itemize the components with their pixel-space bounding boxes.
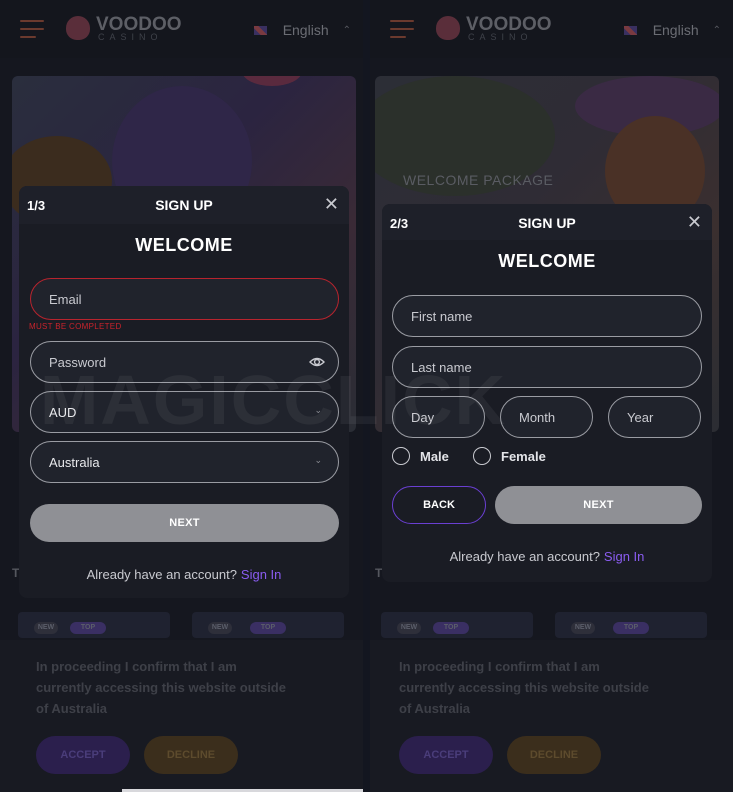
email-placeholder: Email — [49, 292, 82, 307]
email-error: MUST BE COMPLETED — [29, 322, 122, 331]
month-placeholder: Month — [519, 410, 556, 425]
password-field[interactable]: Password — [30, 341, 339, 383]
next-button[interactable]: NEXT — [30, 504, 339, 542]
uk-flag-icon — [623, 25, 637, 35]
game-card[interactable]: NEW TOP — [555, 612, 707, 638]
signin-text: Already have an account? — [86, 567, 237, 582]
day-placeholder: Day — [411, 410, 435, 425]
logo-subtext: CASINO — [98, 32, 163, 42]
chevron-down-icon: ⌄ — [314, 455, 322, 465]
game-card[interactable]: NEW TOP — [192, 612, 344, 638]
skull-logo-icon — [436, 16, 460, 40]
male-label: Male — [420, 448, 449, 464]
accept-button[interactable]: ACCEPT — [36, 736, 130, 774]
top-badge: TOP — [433, 622, 469, 634]
top-badge: TOP — [250, 622, 286, 634]
new-badge: NEW — [571, 622, 595, 634]
female-label: Female — [501, 448, 546, 464]
gender-male-option[interactable]: Male — [392, 447, 449, 465]
signin-prompt: Already have an account? Sign In — [19, 567, 349, 582]
password-placeholder: Password — [49, 355, 107, 370]
email-field[interactable]: Email — [30, 278, 339, 320]
top-bar: VOODOO CASINO English ⌃ — [370, 0, 733, 58]
consent-bar: In proceeding I confirm that I am curren… — [0, 640, 363, 792]
language-selector[interactable]: English ⌃ — [253, 22, 351, 38]
chevron-up-icon: ⌃ — [712, 24, 721, 36]
uk-flag-icon — [253, 25, 267, 35]
signin-link[interactable]: Sign In — [241, 567, 281, 582]
close-icon[interactable]: ✕ — [324, 194, 339, 214]
top-badge: TOP — [70, 622, 106, 634]
consent-bar: In proceeding I confirm that I am curren… — [370, 640, 733, 792]
logo[interactable]: VOODOO CASINO — [66, 14, 186, 44]
year-field[interactable]: Year — [608, 396, 701, 438]
male-radio[interactable] — [392, 447, 410, 465]
chevron-up-icon: ⌃ — [342, 24, 351, 36]
consent-text: In proceeding I confirm that I am curren… — [36, 659, 286, 716]
country-select[interactable]: Australia ⌄ — [30, 441, 339, 483]
signup-modal-step1: 1/3 SIGN UP ✕ WELCOME Email MUST BE COMP… — [19, 186, 349, 598]
next-button[interactable]: NEXT — [495, 486, 702, 524]
modal-title: SIGN UP — [518, 215, 576, 231]
first-name-field[interactable]: First name — [392, 295, 702, 337]
accept-button[interactable]: ACCEPT — [399, 736, 493, 774]
consent-text: In proceeding I confirm that I am curren… — [399, 659, 649, 716]
signin-prompt: Already have an account? Sign In — [382, 549, 712, 564]
year-placeholder: Year — [627, 410, 654, 425]
game-card[interactable]: NEW TOP — [18, 612, 170, 638]
signup-modal-step2: 2/3 SIGN UP ✕ WELCOME First name Last na… — [382, 204, 712, 582]
language-label: English — [652, 22, 699, 38]
gender-female-option[interactable]: Female — [473, 447, 546, 465]
logo-subtext: CASINO — [468, 32, 533, 42]
month-field[interactable]: Month — [500, 396, 593, 438]
signin-text: Already have an account? — [449, 549, 600, 564]
modal-header: 1/3 SIGN UP ✕ — [19, 186, 349, 224]
modal-title: SIGN UP — [155, 197, 213, 213]
last-name-placeholder: Last name — [411, 360, 472, 375]
decline-button[interactable]: DECLINE — [507, 736, 601, 774]
eye-icon[interactable] — [309, 355, 325, 369]
menu-icon[interactable] — [20, 20, 44, 38]
hero-caption: WELCOME PACKAGE — [403, 172, 554, 188]
menu-icon[interactable] — [390, 20, 414, 38]
top-bar: VOODOO CASINO English ⌃ — [0, 0, 363, 58]
country-value: Australia — [49, 455, 100, 470]
language-selector[interactable]: English ⌃ — [623, 22, 721, 38]
new-badge: NEW — [397, 622, 421, 634]
last-name-field[interactable]: Last name — [392, 346, 702, 388]
new-badge: NEW — [34, 622, 58, 634]
modal-header: 2/3 SIGN UP ✕ — [382, 204, 712, 240]
chevron-down-icon: ⌄ — [314, 405, 322, 415]
new-badge: NEW — [208, 622, 232, 634]
right-panel: VOODOO CASINO English ⌃ WELCOME PACKAGE … — [370, 0, 733, 792]
currency-select[interactable]: AUD ⌄ — [30, 391, 339, 433]
currency-value: AUD — [49, 405, 77, 420]
language-label: English — [282, 22, 329, 38]
day-field[interactable]: Day — [392, 396, 485, 438]
logo[interactable]: VOODOO CASINO — [436, 14, 556, 44]
first-name-placeholder: First name — [411, 309, 473, 324]
skull-logo-icon — [66, 16, 90, 40]
top-badge: TOP — [613, 622, 649, 634]
welcome-heading: WELCOME — [498, 251, 596, 271]
close-icon[interactable]: ✕ — [687, 212, 702, 232]
welcome-heading: WELCOME — [135, 235, 233, 255]
left-panel: VOODOO CASINO English ⌃ T NEW TOP NEW TO… — [0, 0, 363, 792]
back-button[interactable]: BACK — [392, 486, 486, 524]
game-card[interactable]: NEW TOP — [381, 612, 533, 638]
decline-button[interactable]: DECLINE — [144, 736, 238, 774]
female-radio[interactable] — [473, 447, 491, 465]
signin-link[interactable]: Sign In — [604, 549, 644, 564]
